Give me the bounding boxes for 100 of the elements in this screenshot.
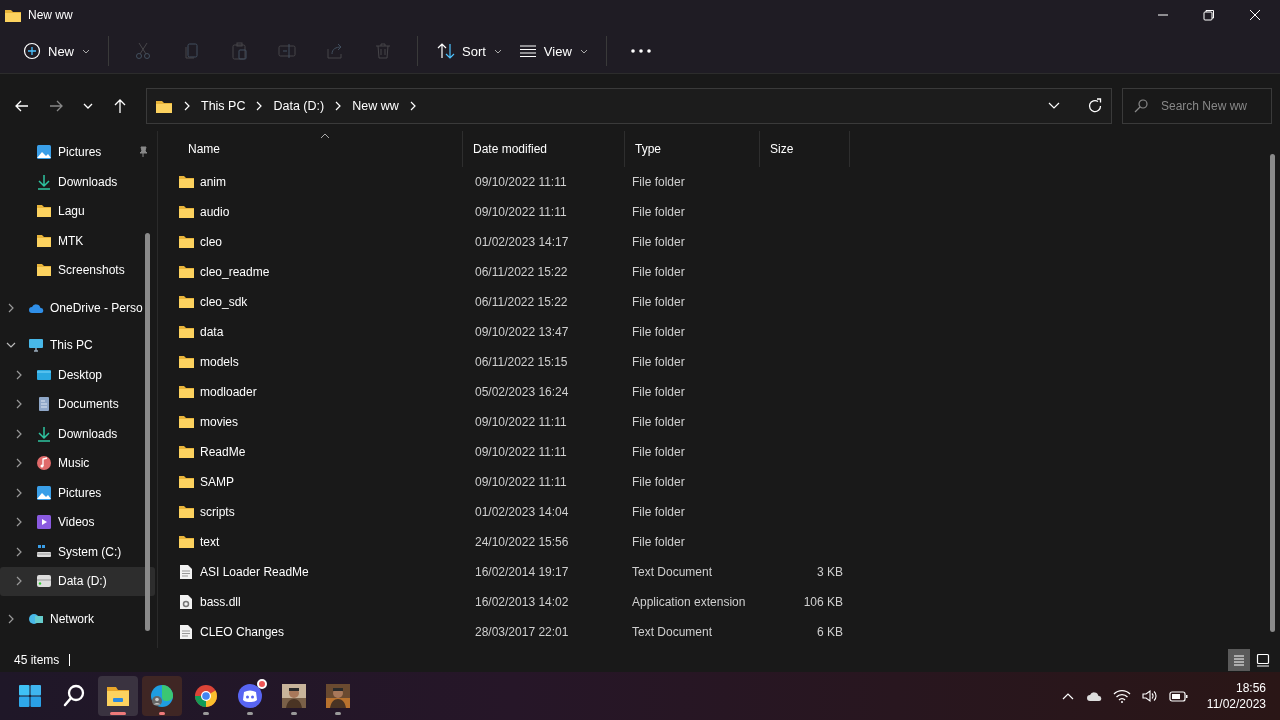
wifi-icon[interactable] bbox=[1112, 689, 1131, 704]
chevron-right-icon[interactable] bbox=[183, 100, 191, 111]
file-name[interactable]: CLEO Changes bbox=[178, 623, 463, 640]
file-name[interactable]: SAMP bbox=[178, 473, 463, 490]
scrollbar[interactable] bbox=[1270, 153, 1275, 632]
running-indicator bbox=[159, 712, 165, 716]
running-indicator bbox=[203, 712, 209, 716]
up-icon[interactable] bbox=[112, 97, 128, 114]
chevron-right-icon[interactable] bbox=[14, 369, 24, 380]
details-view-icon bbox=[1231, 652, 1247, 669]
file-name[interactable]: data bbox=[178, 323, 463, 340]
sidebar-item[interactable]: Lagu bbox=[0, 196, 155, 226]
date-cell-text: 01/02/2023 14:17 bbox=[474, 234, 570, 249]
type-cell-text: File folder bbox=[631, 294, 686, 309]
clock-date: 11/02/2023 bbox=[1206, 696, 1266, 713]
column-header[interactable]: Type bbox=[625, 130, 760, 167]
sidebar-item[interactable]: OneDrive - Perso bbox=[0, 293, 155, 323]
tiles-view-icon bbox=[1255, 652, 1271, 669]
type-cell-text: File folder bbox=[631, 504, 686, 519]
file-name[interactable]: cleo_readme bbox=[178, 263, 463, 280]
type-cell-text: Text Document bbox=[631, 564, 714, 579]
sidebar-item[interactable]: Downloads bbox=[0, 167, 155, 197]
column-header[interactable]: Date modified bbox=[463, 130, 625, 167]
breadcrumb[interactable]: Data (D:) bbox=[273, 98, 325, 113]
maximize-icon[interactable] bbox=[1202, 7, 1216, 22]
refresh-icon[interactable] bbox=[1087, 97, 1103, 114]
chevron-right-icon[interactable] bbox=[14, 399, 24, 410]
chevron-right-icon[interactable] bbox=[6, 302, 16, 313]
sidebar-item[interactable]: Data (D:) bbox=[0, 566, 155, 596]
folder-icon bbox=[178, 503, 194, 520]
sidebar-item[interactable]: Pictures bbox=[0, 137, 155, 167]
type-cell-text: File folder bbox=[631, 174, 686, 189]
folder-icon bbox=[178, 263, 194, 280]
cloud-icon[interactable] bbox=[1084, 689, 1103, 704]
type-cell-text: File folder bbox=[631, 264, 686, 279]
sidebar-item[interactable]: Network bbox=[0, 604, 155, 634]
column-header[interactable]: Size bbox=[760, 130, 850, 167]
chevron-down-icon[interactable] bbox=[1047, 100, 1061, 111]
sidebar-item[interactable]: Desktop bbox=[0, 360, 155, 390]
app-button[interactable] bbox=[98, 676, 138, 717]
sidebar-item[interactable]: System (C:) bbox=[0, 537, 155, 567]
chevron-right-icon[interactable] bbox=[6, 613, 16, 624]
clock-time: 18:56 bbox=[1236, 680, 1266, 697]
chat-app-icon bbox=[236, 682, 264, 711]
document-icon bbox=[36, 396, 52, 413]
app-button[interactable] bbox=[142, 676, 182, 717]
chevron-right-icon[interactable] bbox=[255, 100, 264, 111]
chevron-right-icon[interactable] bbox=[14, 546, 24, 557]
chevron-right-icon[interactable] bbox=[408, 100, 417, 111]
folder-icon bbox=[178, 413, 194, 430]
sidebar-item[interactable]: Documents bbox=[0, 389, 155, 419]
sidebar-item[interactable]: MTK bbox=[0, 226, 155, 256]
view-button[interactable]: View bbox=[509, 34, 596, 69]
file-name[interactable]: modloader bbox=[178, 383, 463, 400]
file-name[interactable]: movies bbox=[178, 413, 463, 430]
breadcrumb[interactable]: This PC bbox=[201, 98, 246, 113]
address-bar[interactable]: This PC Data (D:) New ww bbox=[146, 87, 1112, 124]
date-cell-text: 09/10/2022 11:11 bbox=[474, 474, 568, 489]
sort-button[interactable]: Sort bbox=[428, 34, 510, 69]
size-cell-text: 6 KB bbox=[816, 624, 844, 639]
file-name[interactable]: cleo_sdk bbox=[178, 293, 463, 310]
chevron-right-icon[interactable] bbox=[334, 100, 343, 111]
sidebar-item[interactable]: This PC bbox=[0, 330, 155, 360]
date-cell-text: 09/10/2022 11:11 bbox=[474, 414, 568, 429]
chevron-right-icon[interactable] bbox=[14, 517, 24, 528]
chevron-right-icon[interactable] bbox=[14, 428, 24, 439]
sidebar-item[interactable]: Videos bbox=[0, 507, 155, 537]
folder-icon bbox=[178, 533, 194, 550]
speaker-icon[interactable] bbox=[1140, 689, 1159, 704]
column-header[interactable]: Name bbox=[178, 130, 463, 167]
file-name[interactable]: bass.dll bbox=[178, 593, 463, 610]
sidebar-item[interactable]: Pictures bbox=[0, 478, 155, 508]
file-name[interactable]: cleo bbox=[178, 233, 463, 250]
sidebar-item[interactable]: Music bbox=[0, 448, 155, 478]
sidebar-item[interactable]: Screenshots bbox=[0, 255, 155, 285]
chevron-right-icon[interactable] bbox=[14, 458, 24, 469]
file-name[interactable]: audio bbox=[178, 203, 463, 220]
chevron-right-icon[interactable] bbox=[14, 487, 24, 498]
close-icon[interactable] bbox=[1248, 7, 1262, 22]
sidebar-item[interactable]: Downloads bbox=[0, 419, 155, 449]
folder-icon bbox=[178, 233, 194, 250]
battery-icon[interactable] bbox=[1168, 689, 1189, 704]
details-view-button[interactable] bbox=[1228, 649, 1250, 672]
file-name[interactable]: scripts bbox=[178, 503, 463, 520]
file-name[interactable]: ASI Loader ReadMe bbox=[178, 563, 463, 580]
search-field[interactable]: Search New ww bbox=[1122, 87, 1272, 124]
file-name[interactable]: anim bbox=[178, 173, 463, 190]
file-name[interactable]: ReadMe bbox=[178, 443, 463, 460]
file-name[interactable]: text bbox=[178, 533, 463, 550]
folder-icon bbox=[178, 323, 194, 340]
type-cell-text: File folder bbox=[631, 534, 686, 549]
folder-icon bbox=[178, 443, 194, 460]
type-cell-text: File folder bbox=[631, 234, 686, 249]
breadcrumb[interactable]: New ww bbox=[352, 98, 399, 113]
type-cell-text: Text Document bbox=[631, 624, 714, 639]
scrollbar[interactable] bbox=[145, 232, 150, 631]
new-button[interactable]: New bbox=[14, 34, 98, 69]
date-cell-text: 09/10/2022 11:11 bbox=[474, 444, 568, 459]
folder-icon bbox=[36, 232, 52, 249]
file-name[interactable]: models bbox=[178, 353, 463, 370]
